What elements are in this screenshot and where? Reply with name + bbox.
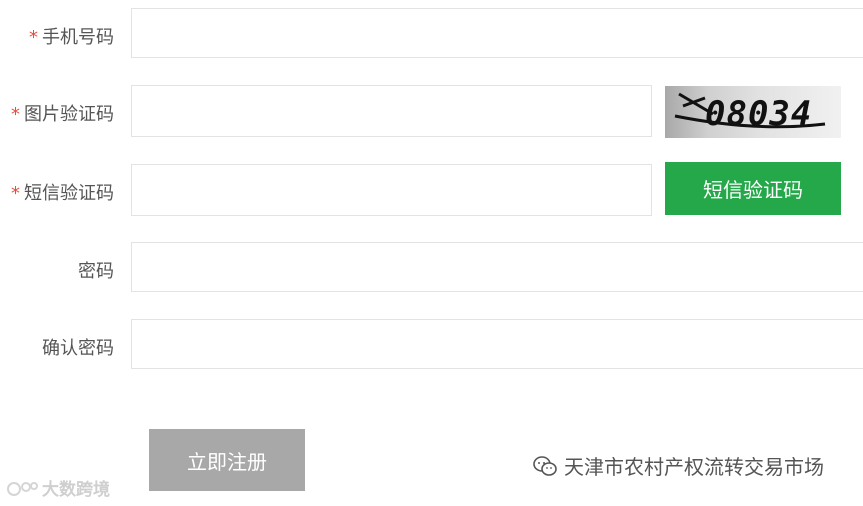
sms-code-label: * 短信验证码 <box>11 179 114 205</box>
image-code-label: * 图片验证码 <box>11 100 114 126</box>
required-mark: * <box>29 27 38 48</box>
logo-icon <box>7 481 38 496</box>
required-mark: * <box>11 183 20 204</box>
phone-input[interactable] <box>131 8 863 58</box>
image-code-input[interactable] <box>131 85 652 137</box>
watermark-right-text: 天津市农村产权流转交易市场 <box>564 455 824 479</box>
password-row: 密码 <box>0 242 863 294</box>
phone-row: * 手机号码 <box>0 8 863 60</box>
watermark-left: 大数跨境 <box>6 475 110 500</box>
required-mark: * <box>11 104 20 125</box>
phone-label: * 手机号码 <box>29 23 114 49</box>
send-sms-button[interactable]: 短信验证码 <box>665 162 841 215</box>
confirm-password-label: 确认密码 <box>42 334 114 360</box>
confirm-password-input[interactable] <box>131 319 863 369</box>
register-button[interactable]: 立即注册 <box>149 429 305 491</box>
image-code-row: * 图片验证码 08034 <box>0 85 863 138</box>
captcha-image[interactable]: 08034 <box>665 86 841 138</box>
confirm-password-label-text: 确认密码 <box>42 338 114 359</box>
wechat-icon <box>533 455 557 476</box>
password-label-text: 密码 <box>78 261 114 282</box>
watermark-left-text: 大数跨境 <box>42 480 110 500</box>
watermark-right: 天津市农村产权流转交易市场 <box>532 451 824 480</box>
captcha-text: 08034 <box>705 94 813 134</box>
image-code-label-text: 图片验证码 <box>24 104 114 125</box>
phone-label-text: 手机号码 <box>42 27 114 48</box>
sms-code-row: * 短信验证码 短信验证码 <box>0 162 863 217</box>
password-label: 密码 <box>78 257 114 283</box>
sms-code-input[interactable] <box>131 164 652 216</box>
password-input[interactable] <box>131 242 863 292</box>
confirm-password-row: 确认密码 <box>0 319 863 371</box>
sms-code-label-text: 短信验证码 <box>24 183 114 204</box>
